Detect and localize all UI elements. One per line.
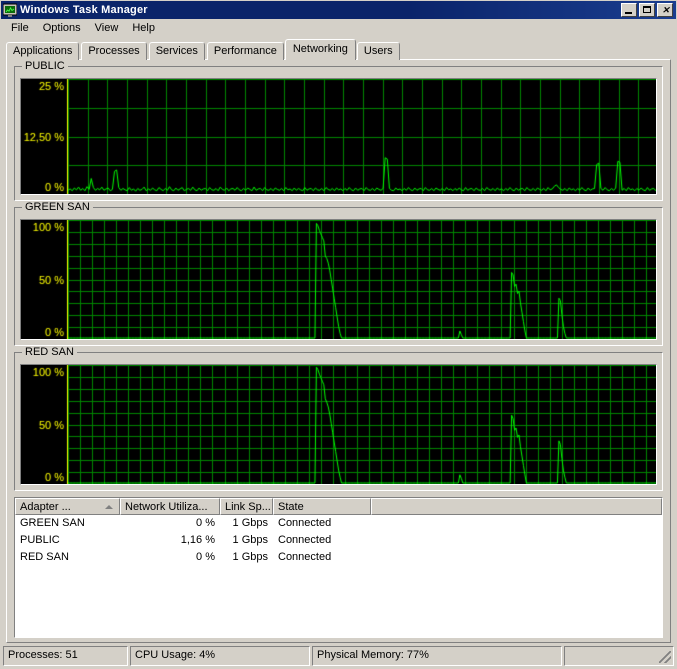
networking-tab-page: PUBLIC GREEN SAN RED SAN Adapter ... Net…	[6, 59, 671, 643]
cell-link-speed: 1 Gbps	[232, 534, 268, 546]
status-processes: Processes: 51	[3, 646, 128, 666]
column-header-adapter[interactable]: Adapter ...	[15, 498, 120, 515]
table-row[interactable]: RED SAN 0 % 1 Gbps Connected	[15, 549, 662, 566]
sort-ascending-icon	[105, 504, 113, 509]
tab-strip: Applications Processes Services Performa…	[6, 39, 671, 60]
tab-users[interactable]: Users	[356, 42, 400, 60]
cell-network-utilization: 0 %	[196, 517, 215, 529]
column-header-network-utilization-label: Network Utiliza...	[125, 500, 208, 513]
maximize-button[interactable]	[639, 3, 655, 17]
column-header-filler[interactable]	[371, 498, 662, 515]
column-header-adapter-label: Adapter ...	[20, 500, 71, 513]
cell-adapter: PUBLIC	[20, 534, 60, 546]
cell-state: Connected	[278, 534, 332, 546]
tab-performance[interactable]: Performance	[206, 42, 284, 60]
close-button[interactable]: ✕	[657, 3, 673, 17]
tab-networking[interactable]: Networking	[284, 39, 356, 60]
status-resize-grip[interactable]	[564, 646, 674, 666]
adapter-list-body: GREEN SAN 0 % 1 Gbps Connected PUBLIC 1,…	[15, 515, 662, 637]
adapter-list[interactable]: Adapter ... Network Utiliza... Link Sp..…	[14, 497, 663, 638]
window-controls: ✕	[621, 3, 675, 17]
cell-link-speed: 1 Gbps	[232, 517, 268, 529]
tab-services[interactable]: Services	[148, 42, 205, 60]
adapter-graph-green-san: GREEN SAN	[14, 201, 663, 346]
minimize-button[interactable]	[621, 3, 637, 17]
task-manager-icon	[2, 3, 18, 17]
cell-network-utilization: 0 %	[196, 551, 215, 563]
cell-adapter: GREEN SAN	[20, 517, 85, 529]
cell-adapter: RED SAN	[20, 551, 69, 563]
column-header-state-label: State	[278, 500, 304, 513]
adapter-graph-public: PUBLIC	[14, 60, 663, 201]
tab-applications[interactable]: Applications	[6, 42, 80, 60]
column-header-link-speed-label: Link Sp...	[225, 500, 271, 513]
adapter-list-header: Adapter ... Network Utiliza... Link Sp..…	[15, 498, 662, 515]
tab-processes[interactable]: Processes	[81, 42, 147, 60]
cell-network-utilization: 1,16 %	[180, 534, 215, 546]
status-cpu-usage: CPU Usage: 4%	[130, 646, 310, 666]
cell-link-speed: 1 Gbps	[232, 551, 268, 563]
status-bar: Processes: 51 CPU Usage: 4% Physical Mem…	[3, 646, 674, 666]
menu-options[interactable]: Options	[36, 20, 88, 37]
graph-canvas-public	[20, 78, 657, 195]
menu-view[interactable]: View	[88, 20, 126, 37]
column-header-link-speed[interactable]: Link Sp...	[220, 498, 273, 515]
adapter-graph-red-san: RED SAN	[14, 346, 663, 491]
graph-title-green-san: GREEN SAN	[22, 201, 93, 213]
menu-file[interactable]: File	[4, 20, 36, 37]
cell-state: Connected	[278, 551, 332, 563]
table-row[interactable]: PUBLIC 1,16 % 1 Gbps Connected	[15, 532, 662, 549]
column-header-network-utilization[interactable]: Network Utiliza...	[120, 498, 220, 515]
graph-canvas-red-san	[20, 364, 657, 485]
menu-bar: File Options View Help	[1, 19, 676, 38]
task-manager-window: Windows Task Manager ✕ File Options View…	[0, 0, 677, 669]
status-physical-memory: Physical Memory: 77%	[312, 646, 562, 666]
menu-help[interactable]: Help	[125, 20, 162, 37]
cell-state: Connected	[278, 517, 332, 529]
title-bar[interactable]: Windows Task Manager ✕	[1, 1, 676, 19]
graph-title-public: PUBLIC	[22, 60, 68, 72]
table-row[interactable]: GREEN SAN 0 % 1 Gbps Connected	[15, 515, 662, 532]
window-title: Windows Task Manager	[20, 4, 148, 16]
graph-title-red-san: RED SAN	[22, 346, 77, 358]
graph-canvas-green-san	[20, 219, 657, 340]
column-header-state[interactable]: State	[273, 498, 371, 515]
